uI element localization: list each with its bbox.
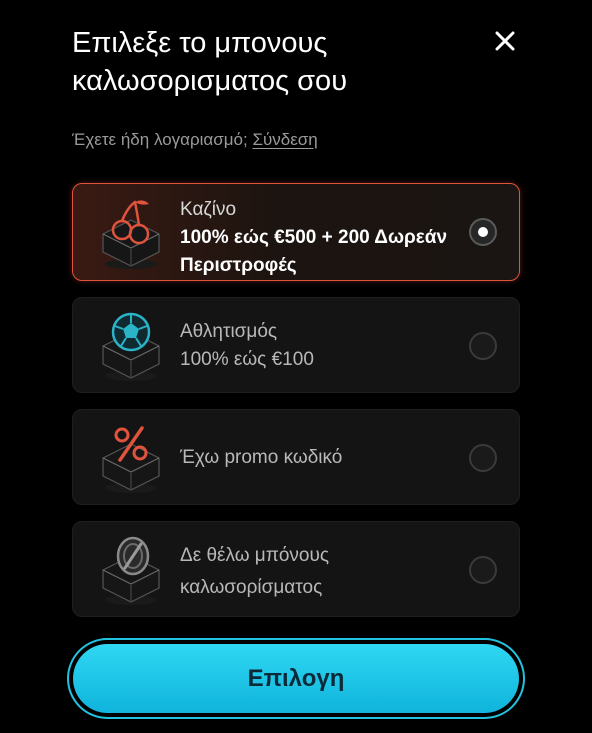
option-sports-detail: 100% εώς €100 bbox=[180, 349, 314, 370]
login-prompt: Έχετε ήδη λογαριασμό; bbox=[72, 130, 248, 149]
sports-ball-icon bbox=[102, 312, 160, 381]
option-casino-label: Καζίνο bbox=[180, 199, 237, 220]
option-promo-radio[interactable] bbox=[469, 444, 497, 472]
option-sports-label: Αθλητισμός bbox=[180, 321, 278, 342]
option-sports-radio[interactable] bbox=[469, 332, 497, 360]
option-promo-label: Έχω promo κωδικό bbox=[180, 447, 343, 468]
option-sports[interactable]: Αθλητισμός 100% εώς €100 bbox=[72, 297, 520, 393]
submit-button[interactable]: Επιλογη bbox=[73, 644, 519, 713]
casino-cherries-icon bbox=[102, 200, 160, 269]
option-no-bonus-radio[interactable] bbox=[469, 556, 497, 584]
option-no-bonus-text: Δε θέλω μπόνους καλωσορίσματος bbox=[180, 540, 449, 604]
option-sports-text: Αθλητισμός 100% εώς €100 bbox=[180, 318, 449, 374]
no-bonus-coin-icon bbox=[102, 536, 160, 605]
option-casino[interactable]: Καζίνο 100% εώς €500 + 200 Δωρεάν Περιστ… bbox=[72, 183, 520, 281]
option-no-bonus[interactable]: Δε θέλω μπόνους καλωσορίσματος bbox=[72, 521, 520, 617]
close-icon bbox=[495, 31, 515, 51]
submit-button-frame: Επιλογη bbox=[67, 638, 525, 719]
modal-title: Επιλεξε το μπονους καλωσορισματος σου bbox=[72, 27, 348, 97]
option-casino-text: Καζίνο 100% εώς €500 + 200 Δωρεάν Περιστ… bbox=[180, 196, 449, 280]
bonus-selection-modal: Επιλεξε το μπονους καλωσορισματος σου Έχ… bbox=[0, 0, 592, 733]
option-casino-radio[interactable] bbox=[469, 218, 497, 246]
option-promo-text: Έχω promo κωδικό bbox=[180, 444, 449, 472]
option-no-bonus-label: Δε θέλω μπόνους καλωσορίσματος bbox=[180, 545, 330, 598]
promo-percent-icon bbox=[102, 426, 160, 493]
close-button[interactable] bbox=[486, 22, 524, 60]
login-link[interactable]: Σύνδεση bbox=[252, 130, 317, 149]
option-promo[interactable]: Έχω promo κωδικό bbox=[72, 409, 520, 505]
option-casino-detail: 100% εώς €500 + 200 Δωρεάν Περιστροφές bbox=[180, 227, 448, 276]
login-prompt-line: Έχετε ήδη λογαριασμό; Σύνδεση bbox=[72, 130, 318, 150]
